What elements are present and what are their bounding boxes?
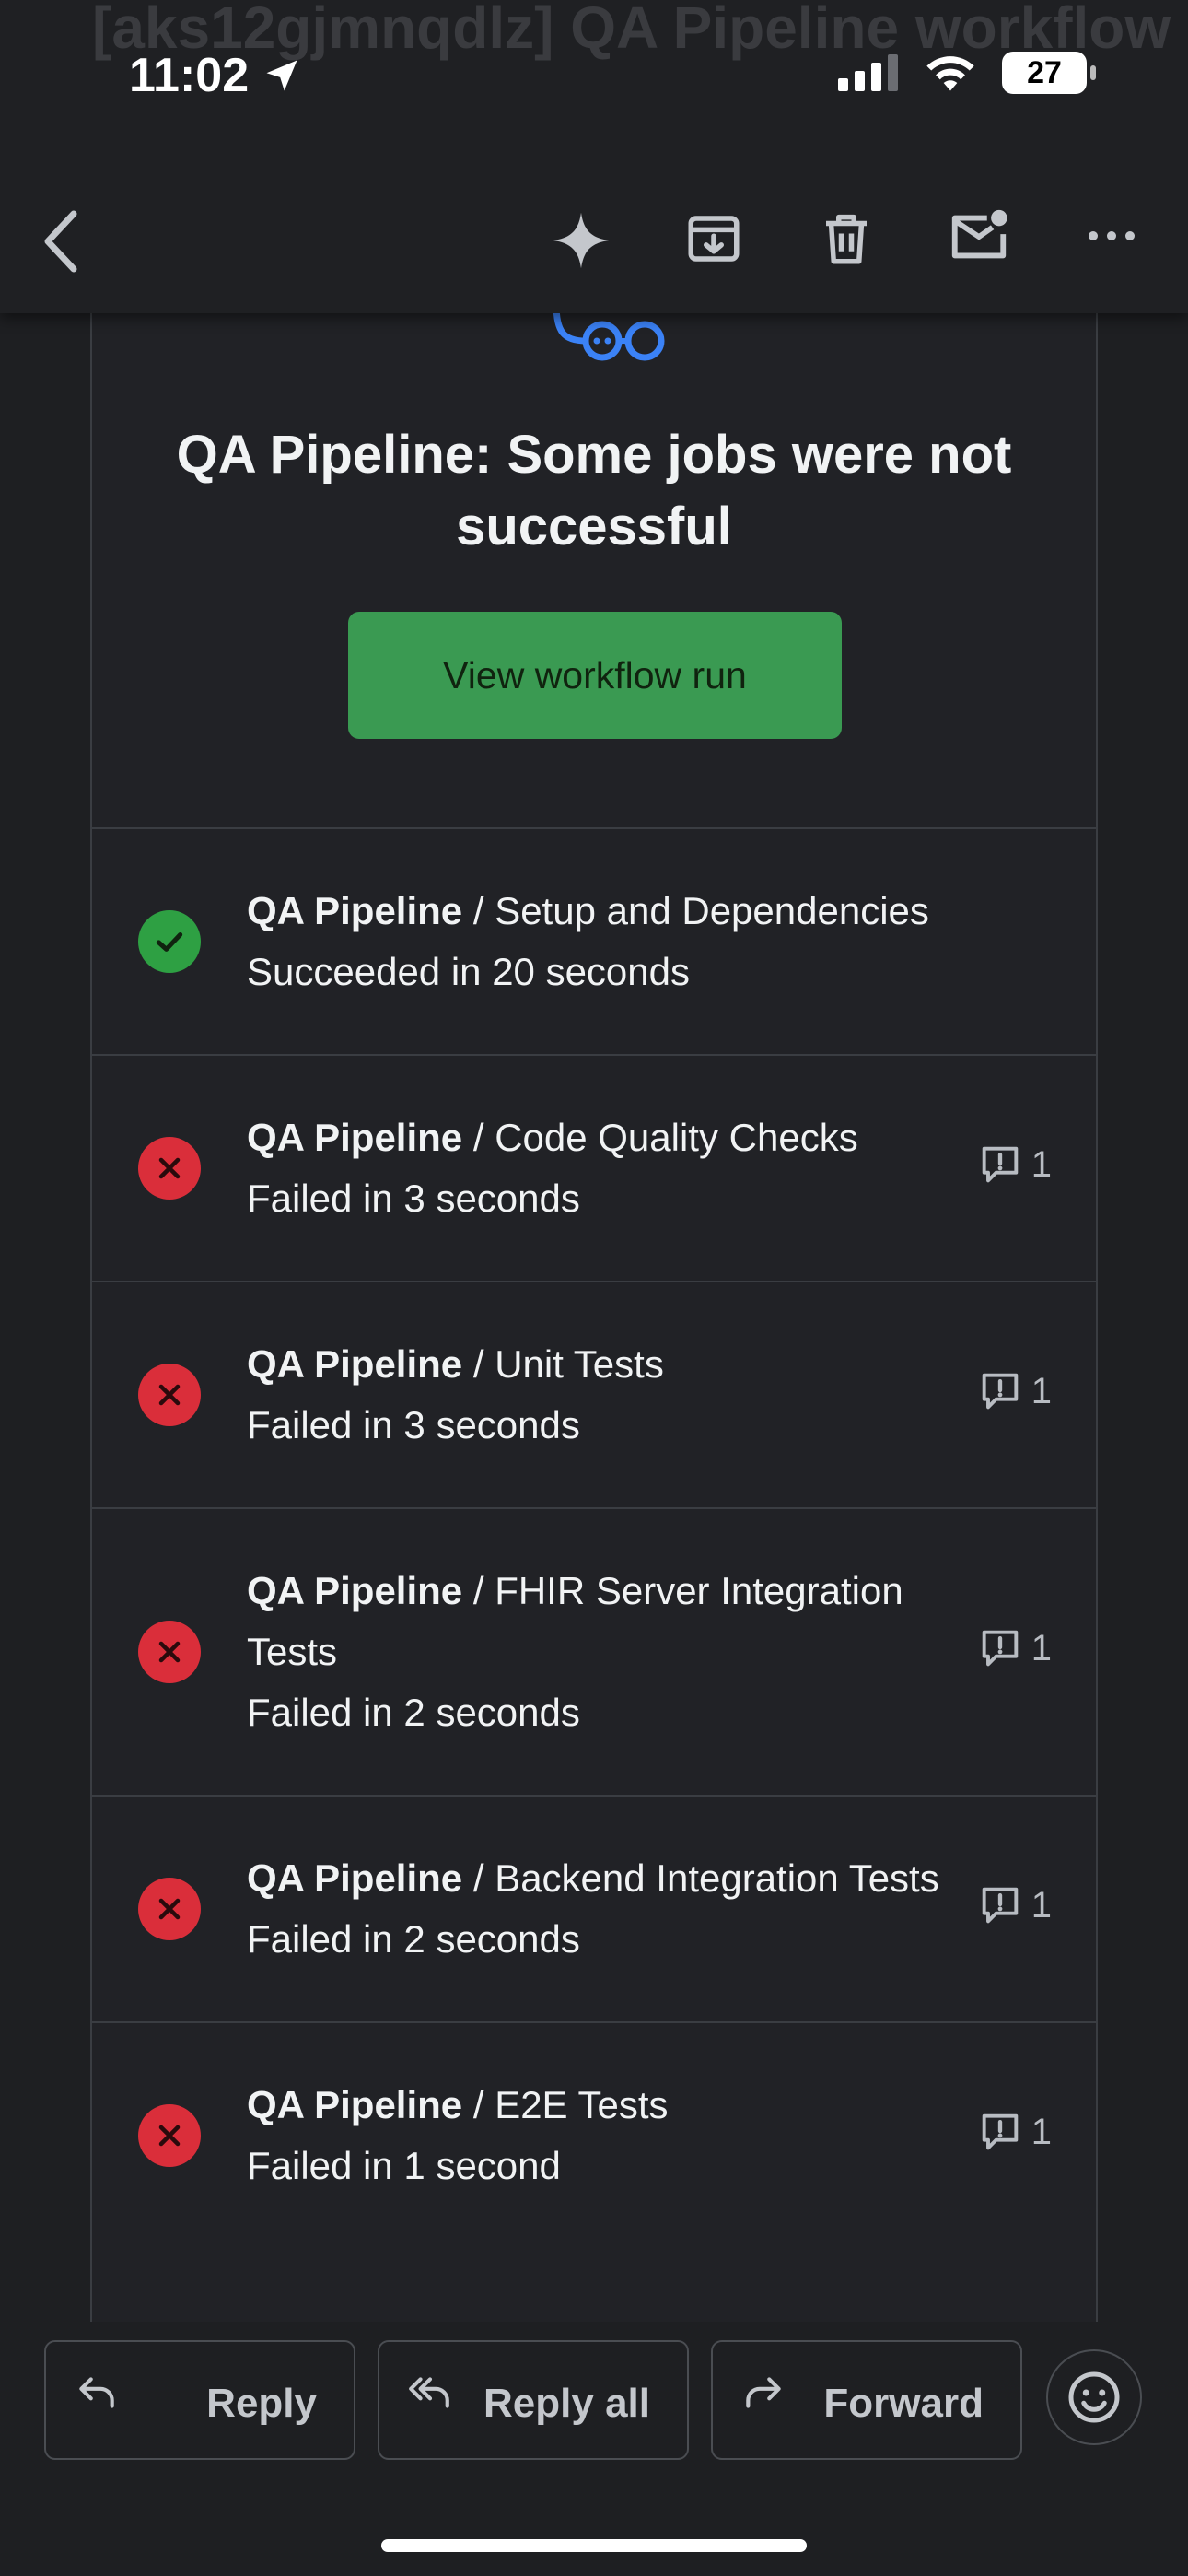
view-workflow-run-button[interactable]: View workflow run <box>348 612 842 739</box>
job-result: Failed in 3 seconds <box>247 1177 580 1220</box>
job-name: Backend Integration Tests <box>495 1856 939 1900</box>
annotation-count-value: 1 <box>1031 1370 1052 1411</box>
reply-all-button[interactable]: Reply all <box>378 2340 689 2460</box>
status-time: 11:02 <box>129 48 302 103</box>
annotation-count-value: 1 <box>1031 1884 1052 1926</box>
job-separator: / <box>462 1342 495 1386</box>
github-actions-logo <box>549 303 678 373</box>
job-name: Code Quality Checks <box>495 1116 858 1159</box>
job-list: QA Pipeline / Setup and Dependencies Succ… <box>92 827 1096 2248</box>
annotation-count[interactable]: 1 <box>976 1141 1052 1188</box>
workflow-name: QA Pipeline <box>247 2083 463 2126</box>
job-separator: / <box>462 2083 495 2126</box>
failure-x-icon <box>138 2104 201 2167</box>
job-separator: / <box>462 1856 495 1900</box>
back-button[interactable] <box>39 205 85 278</box>
job-separator: / <box>462 889 495 932</box>
system-indicators: 27 <box>838 52 1096 94</box>
top-toolbar: [aks12gjmnqdlz] QA Pipeline workflow run… <box>0 0 1188 313</box>
more-horizontal-icon <box>1089 231 1135 240</box>
job-separator: / <box>462 1569 495 1612</box>
job-result: Failed in 3 seconds <box>247 1403 580 1446</box>
comment-alert-icon <box>982 1630 1019 1667</box>
clock: 11:02 <box>129 49 250 102</box>
email-body: QA Pipeline: Some jobs were not successf… <box>90 230 1098 2322</box>
annotation-count-value: 1 <box>1031 1627 1052 1669</box>
reply-icon <box>79 2377 114 2408</box>
failure-x-icon <box>138 1364 201 1426</box>
smiley-icon <box>1068 2371 1120 2423</box>
email-screen: QA Pipeline: Some jobs were not successf… <box>0 0 1188 2576</box>
workflow-name: QA Pipeline <box>247 889 463 932</box>
reply-all-label: Reply all <box>483 2381 650 2426</box>
reply-button[interactable]: Reply <box>44 2340 355 2460</box>
forward-icon <box>746 2377 781 2408</box>
signal-icon <box>838 54 898 91</box>
job-text: QA Pipeline / E2E Tests Failed in 1 secon… <box>247 2075 947 2196</box>
archive-icon <box>688 216 740 262</box>
chevron-left-icon <box>44 210 77 273</box>
failure-x-icon <box>138 1878 201 1940</box>
archive-button[interactable] <box>683 208 744 269</box>
job-row[interactable]: QA Pipeline / Unit Tests Failed in 3 seco… <box>92 1281 1096 1507</box>
comment-alert-icon <box>982 2113 1019 2150</box>
job-text: QA Pipeline / Code Quality Checks Failed … <box>247 1107 947 1229</box>
job-text: QA Pipeline / Unit Tests Failed in 3 seco… <box>247 1334 947 1456</box>
reply-label: Reply <box>206 2381 317 2426</box>
battery-indicator: 27 <box>1002 52 1096 94</box>
more-options-button[interactable] <box>1087 225 1136 247</box>
workflow-name: QA Pipeline <box>247 1569 463 1612</box>
job-text: QA Pipeline / Setup and Dependencies Succ… <box>247 881 947 1002</box>
delete-button[interactable] <box>816 208 877 269</box>
annotation-count[interactable]: 1 <box>976 1624 1052 1672</box>
mark-unread-button[interactable] <box>947 205 1011 269</box>
reply-all-icon <box>409 2377 449 2408</box>
job-text: QA Pipeline / Backend Integration Tests F… <box>247 1848 947 1970</box>
wifi-icon <box>926 56 974 91</box>
gemini-button[interactable] <box>551 210 611 271</box>
comment-alert-icon <box>982 1146 1019 1183</box>
job-result: Failed in 1 second <box>247 2144 561 2187</box>
job-separator: / <box>462 1116 495 1159</box>
forward-label: Forward <box>823 2381 984 2426</box>
comment-alert-icon <box>982 1373 1019 1410</box>
email-headline: QA Pipeline: Some jobs were not successf… <box>176 425 1012 556</box>
failure-x-icon <box>138 1621 201 1683</box>
job-row[interactable]: QA Pipeline / Code Quality Checks Failed … <box>92 1054 1096 1281</box>
job-name: E2E Tests <box>495 2083 669 2126</box>
trash-icon <box>826 214 867 264</box>
emoji-reaction-button[interactable] <box>1046 2349 1142 2445</box>
annotation-count-value: 1 <box>1031 2111 1052 2152</box>
workflow-name: QA Pipeline <box>247 1342 463 1386</box>
job-name: Unit Tests <box>495 1342 664 1386</box>
failure-x-icon <box>138 1137 201 1200</box>
annotation-count[interactable]: 1 <box>976 2108 1052 2156</box>
forward-button[interactable]: Forward <box>711 2340 1022 2460</box>
success-check-icon <box>138 910 201 973</box>
sparkle-icon <box>553 212 610 269</box>
annotation-count[interactable]: 1 <box>976 1881 1052 1929</box>
workflow-name: QA Pipeline <box>247 1116 463 1159</box>
job-row[interactable]: QA Pipeline / Setup and Dependencies Succ… <box>92 827 1096 1054</box>
annotation-count-value: 1 <box>1031 1143 1052 1185</box>
job-row[interactable]: QA Pipeline / FHIR Server Integration Te… <box>92 1507 1096 1795</box>
home-indicator[interactable] <box>381 2539 807 2552</box>
reply-action-bar: Reply Reply all Forward <box>0 2322 1188 2576</box>
annotation-count[interactable]: 1 <box>976 1367 1052 1415</box>
job-text: QA Pipeline / FHIR Server Integration Te… <box>247 1561 947 1743</box>
job-row[interactable]: QA Pipeline / E2E Tests Failed in 1 secon… <box>92 2021 1096 2248</box>
job-name: Setup and Dependencies <box>495 889 929 932</box>
workflow-name: QA Pipeline <box>247 1856 463 1900</box>
job-result: Succeeded in 20 seconds <box>247 950 691 993</box>
location-arrow-icon <box>266 60 297 91</box>
job-row[interactable]: QA Pipeline / Backend Integration Tests F… <box>92 1795 1096 2021</box>
comment-alert-icon <box>982 1887 1019 1924</box>
job-result: Failed in 2 seconds <box>247 1691 580 1734</box>
mail-unread-icon <box>951 209 1007 259</box>
job-result: Failed in 2 seconds <box>247 1917 580 1961</box>
